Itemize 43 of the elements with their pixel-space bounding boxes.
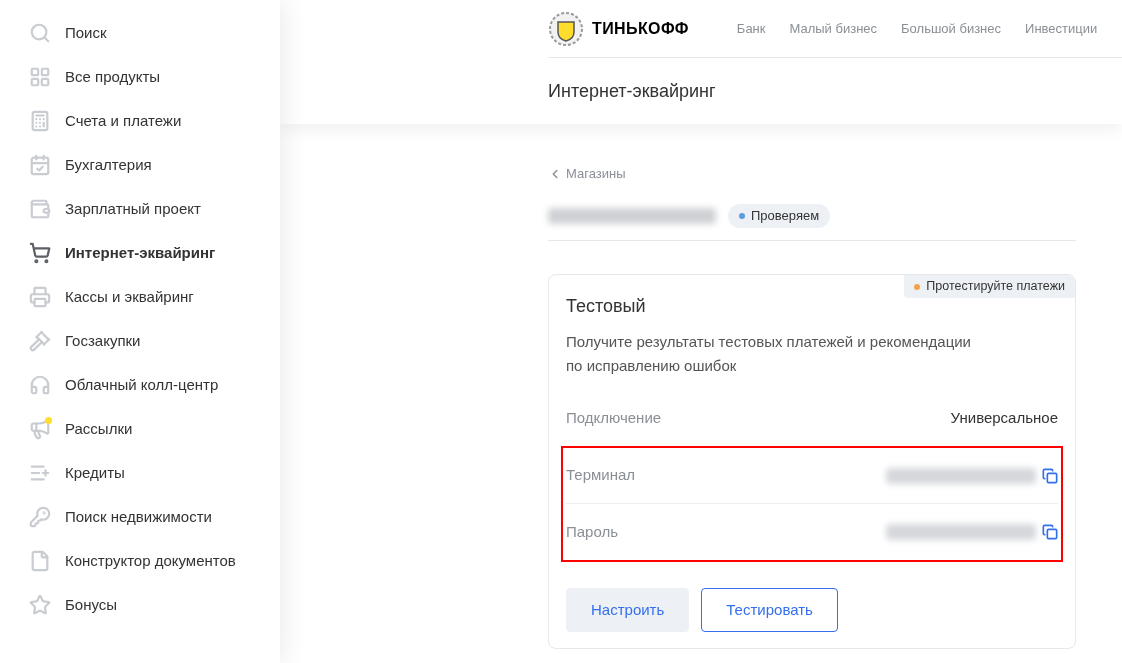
calculator-icon	[29, 110, 51, 132]
sidebar-item[interactable]: Облачный колл-центр	[0, 363, 280, 407]
sidebar-item[interactable]: Все продукты	[0, 55, 280, 99]
sidebar-item[interactable]: Рассылки	[0, 407, 280, 451]
sidebar-item[interactable]: Счета и платежи	[0, 99, 280, 143]
status-badge: Проверяем	[728, 203, 831, 228]
sidebar-item[interactable]: Бухгалтерия	[0, 143, 280, 187]
star-icon	[29, 594, 51, 616]
grid-icon	[29, 66, 51, 88]
row-value: Универсальное	[950, 407, 1058, 428]
printer-icon	[29, 286, 51, 308]
list-plus-icon	[29, 462, 51, 484]
wallet-icon	[29, 198, 51, 220]
row-label: Пароль	[566, 521, 619, 542]
sidebar-item[interactable]: Кредиты	[0, 451, 280, 495]
sidebar-item[interactable]: Поиск	[0, 11, 280, 55]
sidebar-item[interactable]: Интернет-эквайринг	[0, 231, 280, 275]
page-title: Интернет-эквайринг	[548, 79, 717, 103]
card-description: Получите результаты тестовых платежей и рекомендации по исправлению ошибок	[566, 332, 972, 376]
search-icon	[29, 22, 51, 44]
action-button[interactable]: Тестировать	[701, 588, 838, 632]
sidebar-item[interactable]: Зарплатный проект	[0, 187, 280, 231]
gavel-icon	[29, 330, 51, 352]
action-button[interactable]: Настроить	[566, 588, 690, 632]
calendar-icon	[29, 154, 51, 176]
sidebar-item[interactable]: Поиск недвижимости	[0, 495, 280, 539]
cart-icon	[29, 242, 51, 264]
sidebar-item[interactable]: Кассы и эквайринг	[0, 275, 280, 319]
copy-icon[interactable]	[1042, 467, 1058, 484]
key-icon	[29, 506, 51, 528]
row-label: Подключение	[566, 407, 662, 428]
document-icon	[29, 550, 51, 572]
headset-icon	[29, 374, 51, 396]
card-title: Тестовый	[566, 295, 647, 318]
megaphone-icon	[29, 418, 51, 440]
logo-icon	[548, 10, 584, 47]
sidebar-item[interactable]: Госзакупки	[0, 319, 280, 363]
sidebar-item[interactable]: Бонусы	[0, 583, 280, 627]
test-tag: Протестируйте платежи	[904, 275, 1075, 298]
copy-icon[interactable]	[1042, 524, 1058, 540]
sidebar-item[interactable]: Конструктор документов	[0, 539, 280, 583]
row-label: Терминал	[566, 465, 636, 486]
logo-text[interactable]: ТИНЬКОФФ	[592, 16, 689, 41]
